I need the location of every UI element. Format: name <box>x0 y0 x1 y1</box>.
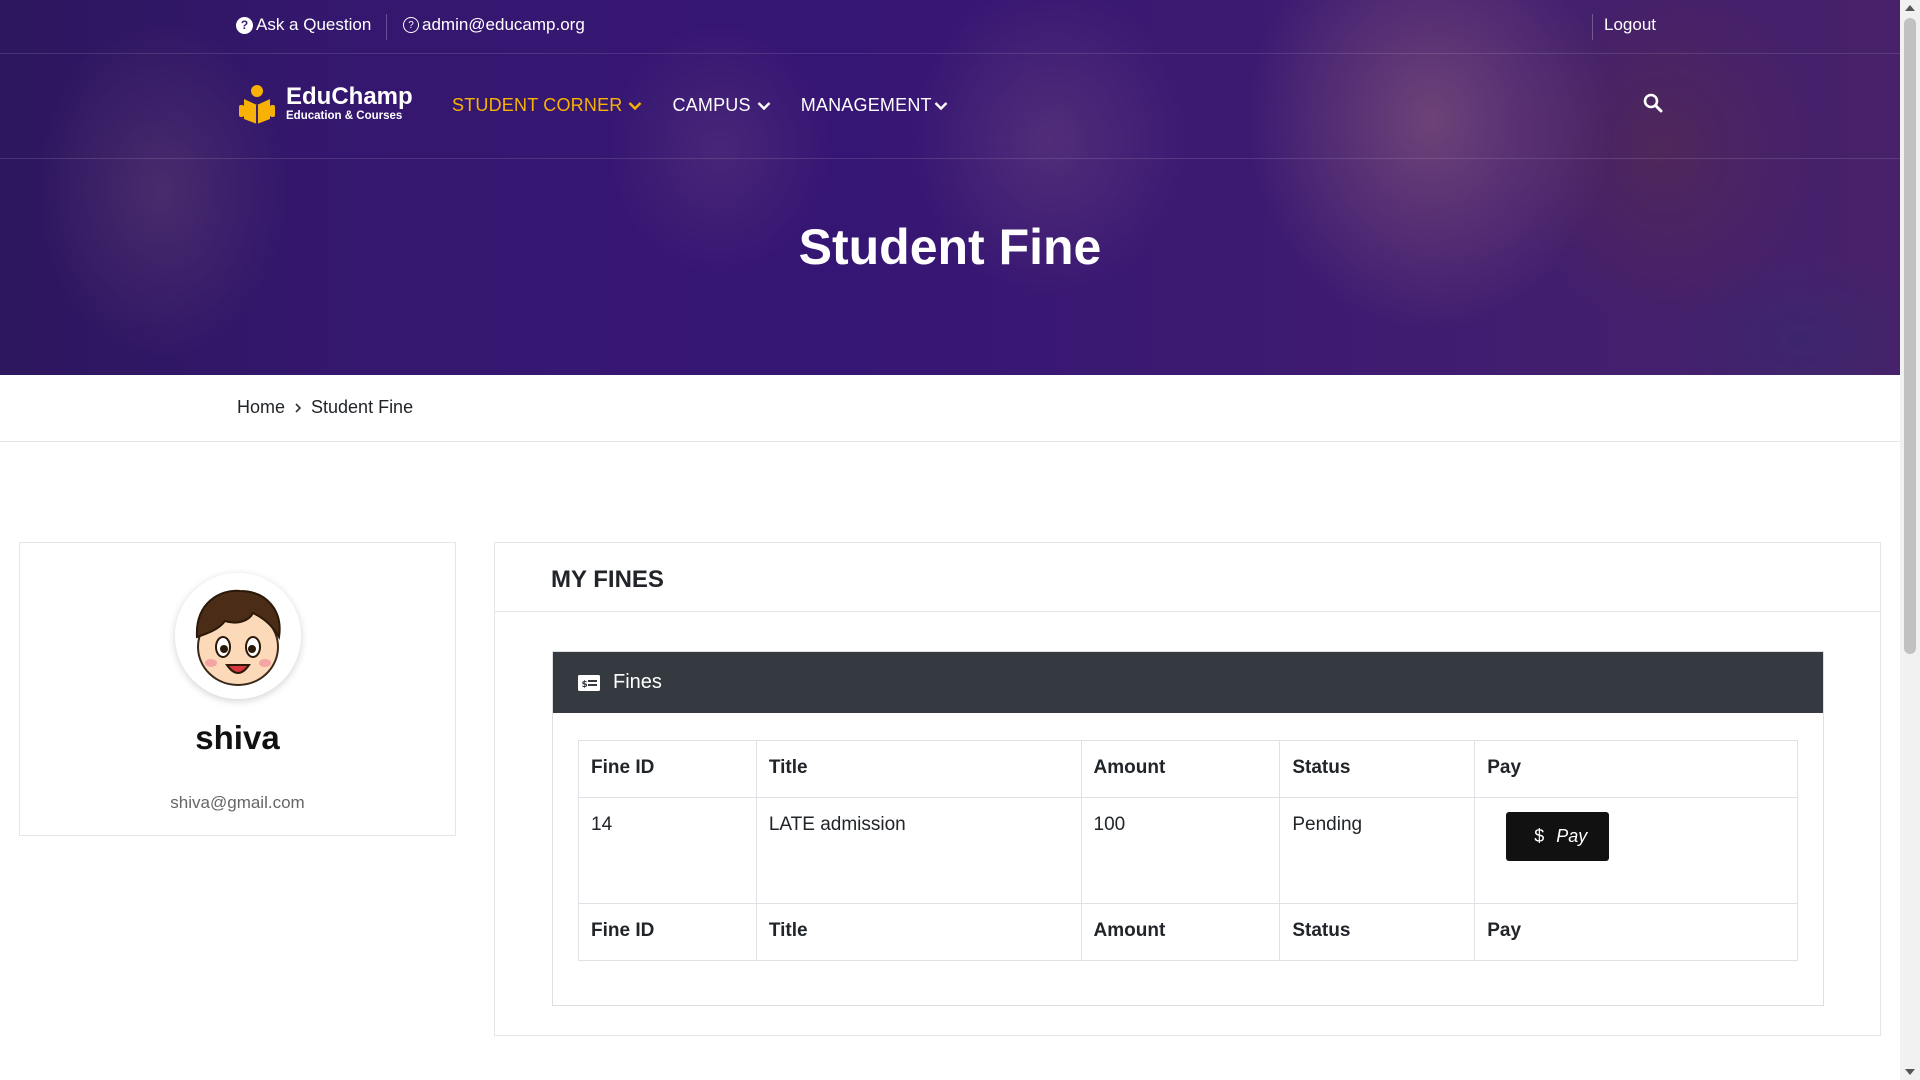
scroll-up-arrow-icon[interactable] <box>1905 5 1915 11</box>
scrollbar-thumb[interactable] <box>1904 18 1916 654</box>
column-header-amount: Amount <box>1080 740 1281 798</box>
cell-title: LATE admission <box>755 797 1082 904</box>
email-label: admin@educamp.org <box>422 15 585 34</box>
column-header-status: Status <box>1279 740 1476 798</box>
nav-item-label: MANAGEMENT <box>800 95 932 115</box>
page-scrollbar[interactable] <box>1900 0 1920 1080</box>
pay-button[interactable]: $ Pay <box>1506 812 1610 861</box>
chevron-down-icon <box>934 101 948 110</box>
chevron-right-icon <box>295 402 302 413</box>
profile-name: shiva <box>195 719 280 756</box>
logout-link[interactable]: Logout <box>1604 15 1656 35</box>
fines-card-title: Fines <box>613 671 662 693</box>
table-row: 14 LATE admission 100 Pending $ Pay <box>578 797 1798 904</box>
nav-item-management[interactable]: MANAGEMENT <box>801 95 948 116</box>
main-navbar: EduChamp Education & Courses STUDENT COR… <box>0 55 1900 159</box>
breadcrumb-home[interactable]: Home <box>237 397 285 418</box>
column-footer-fine-id: Fine ID <box>578 903 757 961</box>
table-footer-row: Fine ID Title Amount Status Pay <box>578 903 1798 961</box>
ask-question-label: Ask a Question <box>256 15 372 34</box>
panel-header: MY FINES <box>495 543 1880 612</box>
email-link[interactable]: ? admin@educamp.org <box>403 15 585 35</box>
topbar-divider <box>386 14 387 40</box>
fines-card-header: $ Fines <box>553 652 1823 713</box>
fines-card: $ Fines Fine ID Title Amount Status Pay … <box>552 651 1824 1006</box>
nav-menu: STUDENT CORNER CAMPUS MANAGEMENT <box>452 95 978 116</box>
profile-email: shiva@gmail.com <box>170 793 305 812</box>
brand-tagline: Education & Courses <box>286 110 403 122</box>
table-header-row: Fine ID Title Amount Status Pay <box>578 740 1798 798</box>
fines-table: Fine ID Title Amount Status Pay 14 LATE … <box>578 740 1798 961</box>
profile-card: shiva shiva@gmail.com <box>19 542 456 836</box>
logo-icon <box>239 85 275 124</box>
scroll-down-arrow-icon[interactable] <box>1905 1069 1915 1075</box>
avatar-image <box>175 573 301 699</box>
search-icon[interactable] <box>1643 93 1663 113</box>
avatar <box>175 573 301 699</box>
topbar-divider <box>1592 14 1593 40</box>
page-title: Student Fine <box>798 219 1102 275</box>
column-header-pay: Pay <box>1474 740 1798 798</box>
breadcrumb-current: Student Fine <box>311 397 414 417</box>
cell-fine-id: 14 <box>578 797 757 904</box>
ask-question-link[interactable]: ? Ask a Question <box>236 15 371 35</box>
mail-icon: ? <box>403 17 419 33</box>
cell-pay: $ Pay <box>1474 797 1798 904</box>
breadcrumb: Home Student Fine <box>0 375 1900 442</box>
column-header-title: Title <box>755 740 1082 798</box>
logout-label: Logout <box>1604 15 1656 34</box>
panel-title: MY FINES <box>551 566 664 593</box>
column-footer-pay: Pay <box>1474 903 1798 961</box>
nav-item-student-corner[interactable]: STUDENT CORNER <box>452 95 642 116</box>
top-bar: ? Ask a Question ? admin@educamp.org Log… <box>0 0 1900 54</box>
nav-item-label: CAMPUS <box>672 95 751 115</box>
brand-name: EduChamp <box>286 83 413 110</box>
cell-status: Pending <box>1279 797 1476 904</box>
brand-logo[interactable]: EduChamp Education & Courses <box>236 83 413 125</box>
column-footer-amount: Amount <box>1080 903 1281 961</box>
column-footer-status: Status <box>1279 903 1476 961</box>
question-circle-icon: ? <box>236 16 253 34</box>
dollar-icon: $ <box>1534 826 1545 846</box>
column-footer-title: Title <box>755 903 1082 961</box>
chevron-down-icon <box>629 101 642 110</box>
nav-item-campus[interactable]: CAMPUS <box>672 95 771 116</box>
pay-button-label: Pay <box>1556 826 1588 846</box>
cell-amount: 100 <box>1080 797 1281 904</box>
column-header-fine-id: Fine ID <box>578 740 757 798</box>
money-bill-icon: $ <box>578 674 600 691</box>
nav-item-label: STUDENT CORNER <box>452 95 623 115</box>
fines-panel: MY FINES $ Fines Fine ID Title Amount St… <box>494 542 1881 1036</box>
hero-banner: ? Ask a Question ? admin@educamp.org Log… <box>0 0 1900 375</box>
svg-text:$: $ <box>582 680 588 690</box>
chevron-down-icon <box>757 101 771 110</box>
